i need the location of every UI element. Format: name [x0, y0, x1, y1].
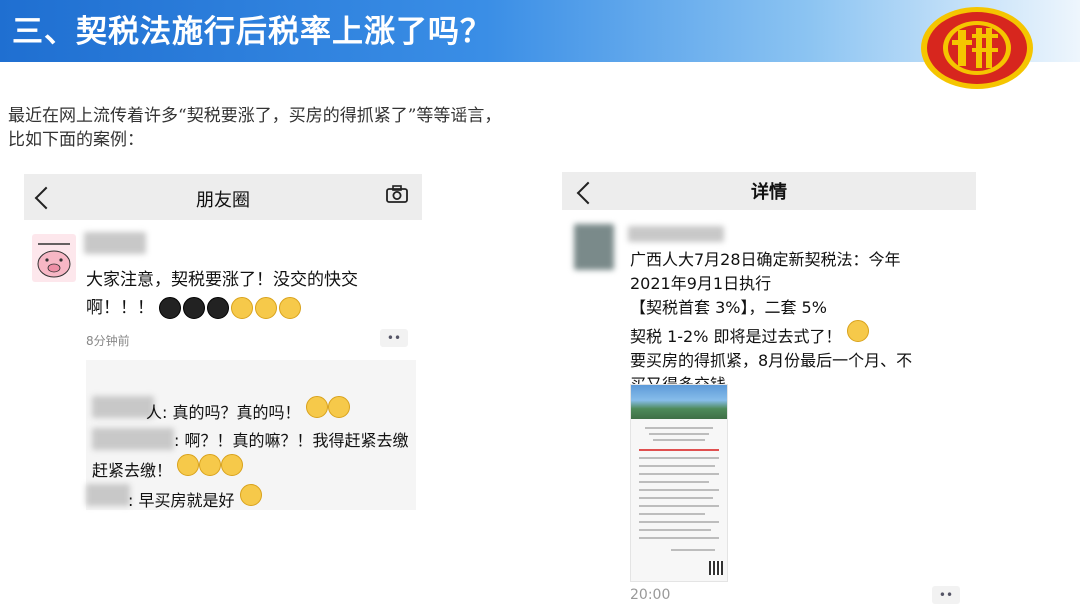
doc-red-rule [639, 449, 719, 451]
penguin-emoji-icon [207, 297, 230, 319]
detail-topbar: 详情 [562, 172, 976, 210]
comment-1: 人: 真的吗？真的吗！ [146, 396, 350, 426]
grimace-emoji-icon [231, 297, 254, 319]
avatar[interactable] [32, 234, 76, 282]
doc-text-line [639, 481, 709, 483]
doc-text-line [639, 529, 711, 531]
detail-line-3: 【契税首套 3%】，二套 5% [630, 298, 827, 317]
intro-line-1: 最近在网上流传着许多“契税要涨了，买房的得抓紧了”等等谣言， [8, 106, 502, 126]
qr-code-icon [709, 561, 723, 575]
detail-time: 20:00 [630, 587, 671, 603]
doc-text-line [639, 489, 719, 491]
doc-text-line [639, 457, 719, 459]
doc-text-line [639, 513, 705, 515]
doc-text-line [649, 433, 709, 435]
blurred-commenter [92, 396, 154, 418]
comment-3: : 早买房就是好 [128, 484, 262, 514]
post-line-1: 大家注意，契税要涨了！没交的快交 [86, 270, 358, 290]
penguin-emoji-icon [183, 297, 206, 319]
document-thumbnail[interactable] [630, 384, 728, 582]
blurred-username [84, 232, 146, 254]
grin-emoji-icon [239, 484, 262, 506]
scream-emoji-icon [221, 454, 244, 476]
grimace-emoji-icon [279, 297, 302, 319]
post-time: 8分钟前 [86, 334, 130, 348]
doc-text-line [639, 497, 713, 499]
doc-text-line [639, 465, 715, 467]
scared-emoji-icon [305, 396, 328, 418]
blurred-commenter [86, 484, 130, 506]
page-title: 三、契税法施行后税率上涨了吗？ [12, 14, 492, 50]
doc-text-line [639, 521, 719, 523]
penguin-emoji-icon [159, 297, 182, 319]
comment-2-cont: 赶紧去缴！ [92, 454, 244, 484]
scared-emoji-icon [327, 396, 350, 418]
more-button[interactable]: •• [380, 329, 408, 347]
tax-emblem-icon [921, 7, 1033, 89]
scream-emoji-icon [177, 454, 200, 476]
detail-line-1: 广西人大7月28日确定新契税法：今年 [630, 250, 901, 269]
doc-text-line [639, 505, 719, 507]
detail-line-2: 2021年9月1日执行 [630, 274, 772, 293]
camera-icon[interactable] [386, 185, 408, 203]
post-line-2: 啊！！！ [86, 294, 386, 322]
moments-screenshot: 朋友圈 大家注意，契税要涨了！没交的快交 啊！！！ 8分钟前 •• 人: 真的吗… [24, 174, 422, 512]
doc-text-line [645, 427, 713, 429]
intro-line-2: 比如下面的案例： [8, 130, 144, 150]
emoji-row [159, 297, 302, 319]
comment-2: : 啊？！真的嘛？！我得赶紧去缴 [174, 431, 409, 450]
doc-text-line [639, 473, 719, 475]
blurred-username [628, 226, 724, 242]
detail-title: 详情 [751, 182, 787, 203]
intro-text: 最近在网上流传着许多“契税要涨了，买房的得抓紧了”等等谣言， 比如下面的案例： [8, 104, 501, 152]
grimace-emoji-icon [255, 297, 278, 319]
moments-title: 朋友圈 [196, 190, 250, 211]
detail-content: 广西人大7月28日确定新契税法：今年 2021年9月1日执行 【契税首套 3%】… [630, 248, 960, 397]
more-button[interactable]: •• [932, 586, 960, 604]
blurred-commenter [92, 428, 174, 450]
scream-emoji-icon [199, 454, 222, 476]
smirk-emoji-icon [846, 320, 869, 342]
comment-list: 人: 真的吗？真的吗！ : 啊？！真的嘛？！我得赶紧去缴 赶紧去缴！ : 早买房… [86, 360, 416, 510]
blurred-avatar [574, 224, 614, 270]
detail-line-4: 契税 1-2% 即将是过去式了！ [630, 320, 960, 349]
pig-icon [37, 243, 71, 278]
doc-text-line [671, 549, 715, 551]
doc-text-line [639, 537, 719, 539]
moments-topbar: 朋友圈 [24, 174, 422, 220]
detail-screenshot: 详情 广西人大7月28日确定新契税法：今年 2021年9月1日执行 【契税首套 … [562, 172, 976, 606]
landscape-photo [631, 385, 727, 419]
detail-line-5: 要买房的得抓紧，8月份最后一个月、不 [630, 351, 913, 370]
post-content: 大家注意，契税要涨了！没交的快交 啊！！！ [86, 266, 386, 322]
doc-text-line [653, 439, 705, 441]
